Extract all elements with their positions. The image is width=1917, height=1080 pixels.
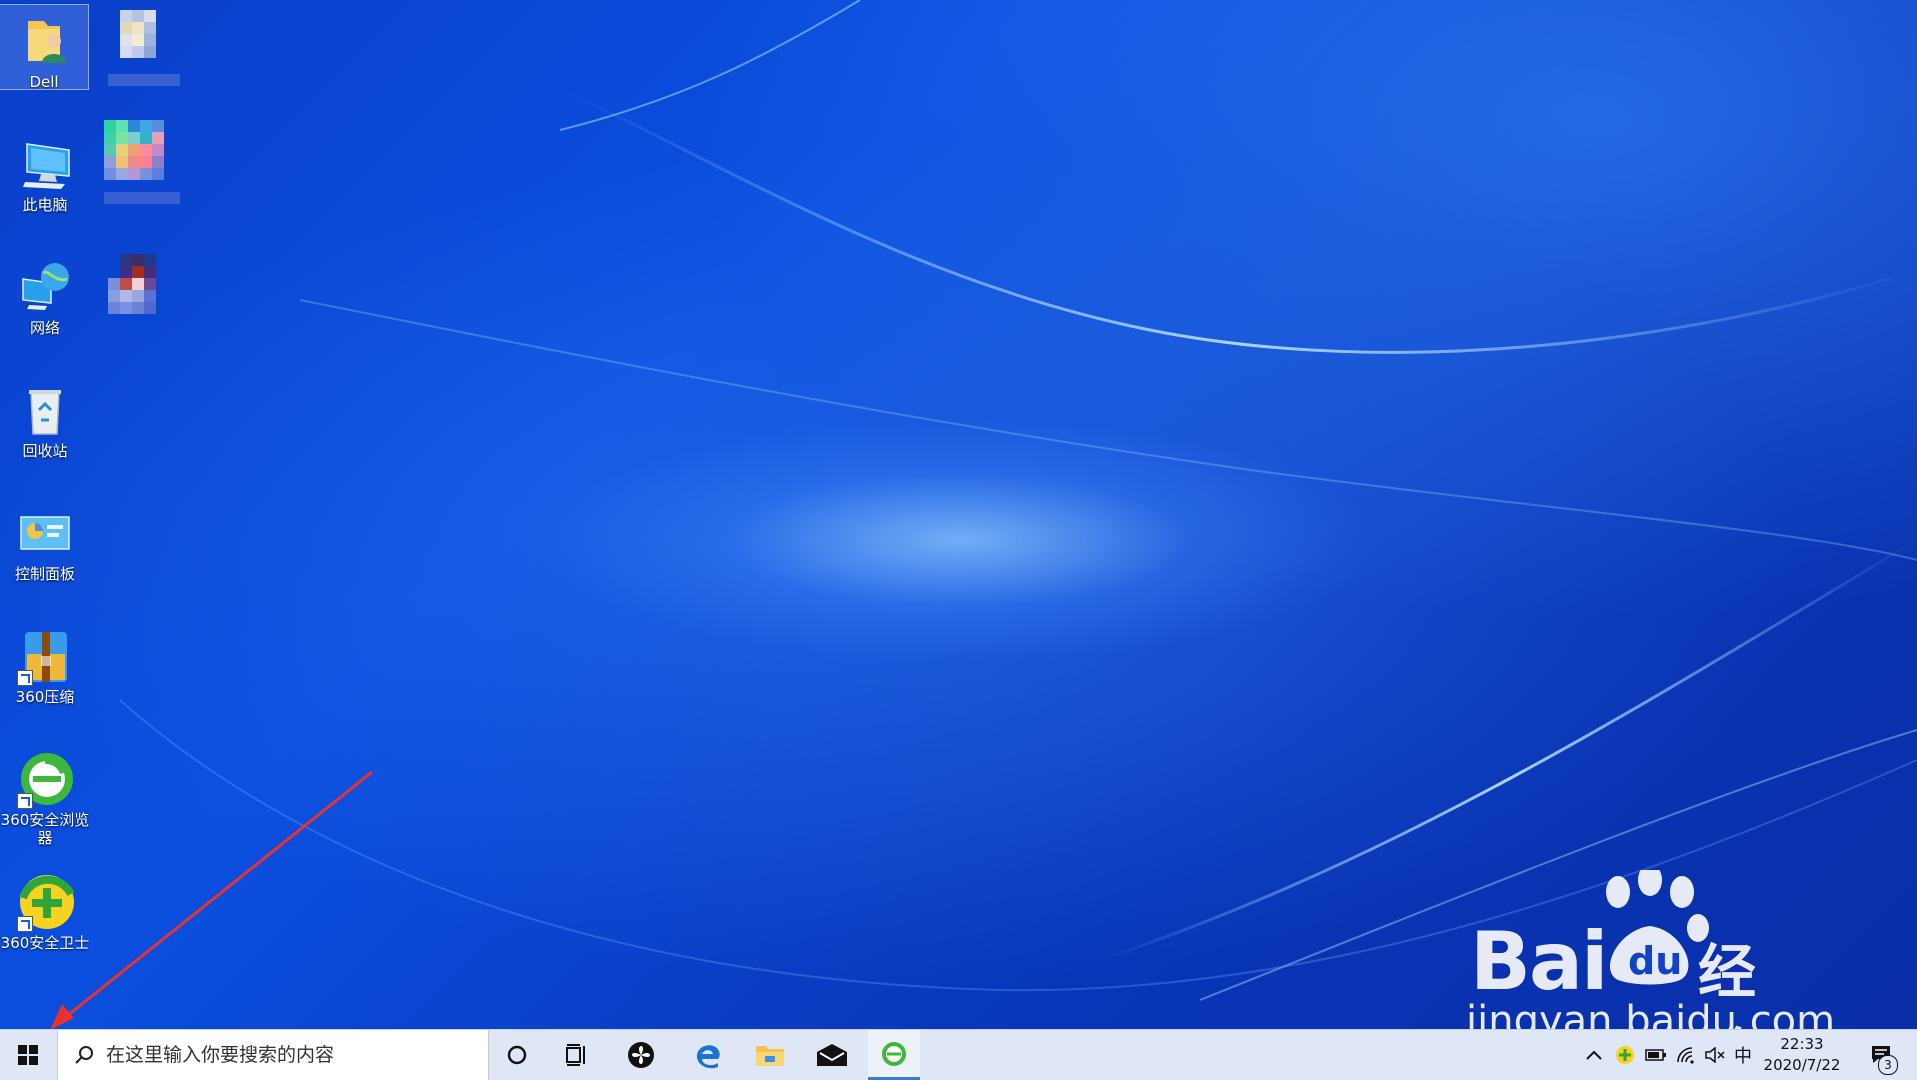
tray-network[interactable] bbox=[1672, 1030, 1700, 1080]
wifi-icon bbox=[1677, 1047, 1694, 1064]
taskbar-app-pinwheel[interactable] bbox=[612, 1030, 670, 1080]
action-center-button[interactable]: 3 bbox=[1862, 1030, 1902, 1080]
cortana-button[interactable] bbox=[492, 1030, 542, 1080]
taskbar-app-edge[interactable] bbox=[682, 1030, 734, 1080]
clock-date: 2020/7/22 bbox=[1763, 1056, 1841, 1074]
battery-icon bbox=[1645, 1049, 1666, 1061]
obscured-desktop-icon[interactable] bbox=[104, 120, 184, 210]
desktop-icon-label: 回收站 bbox=[22, 442, 68, 460]
recycle-bin-icon bbox=[15, 380, 75, 440]
clock-time: 22:33 bbox=[1780, 1035, 1824, 1053]
start-button[interactable] bbox=[0, 1030, 56, 1080]
svg-text:du: du bbox=[1628, 939, 1682, 983]
watermark-url: jingyan.baidu.com bbox=[1466, 998, 1836, 1029]
tray-overflow-button[interactable] bbox=[1582, 1030, 1606, 1080]
360-browser-icon bbox=[882, 1041, 906, 1066]
control-panel-icon bbox=[15, 503, 75, 563]
task-view-icon bbox=[566, 1044, 585, 1066]
user-folder-icon bbox=[14, 11, 74, 71]
desktop[interactable]: Dell 此电脑 网络 回收站 控制面板 360压缩 360安全浏览器 360安… bbox=[0, 0, 1917, 1029]
desktop-icon-dell[interactable]: Dell bbox=[0, 4, 89, 91]
pinwheel-app-icon bbox=[628, 1042, 654, 1068]
desktop-icon-this-pc[interactable]: 此电脑 bbox=[0, 128, 90, 214]
search-input[interactable] bbox=[104, 1043, 468, 1067]
taskbar-app-360-browser[interactable] bbox=[868, 1030, 920, 1080]
volume-muted-icon bbox=[1705, 1047, 1725, 1063]
desktop-icon-360-security[interactable]: 360安全卫士 bbox=[0, 866, 90, 952]
windows-logo-icon bbox=[18, 1045, 38, 1065]
network-globe-icon bbox=[15, 257, 75, 317]
taskbar-app-file-explorer[interactable] bbox=[744, 1030, 796, 1080]
tray-volume[interactable] bbox=[1702, 1030, 1728, 1080]
shortcut-arrow-icon bbox=[17, 793, 33, 809]
computer-icon bbox=[15, 134, 75, 194]
search-icon bbox=[75, 1046, 93, 1064]
obscured-desktop-icon[interactable] bbox=[108, 254, 180, 346]
shortcut-arrow-icon bbox=[17, 670, 33, 686]
folder-icon bbox=[756, 1046, 784, 1066]
tray-battery[interactable] bbox=[1642, 1030, 1670, 1080]
360-security-icon bbox=[1616, 1046, 1634, 1064]
obscured-desktop-icon[interactable] bbox=[108, 10, 180, 90]
desktop-icon-label: 360安全卫士 bbox=[0, 934, 90, 952]
archive-icon bbox=[15, 626, 75, 686]
taskbar: 中 22:33 2020/7/22 3 bbox=[0, 1029, 1917, 1080]
360-security-icon bbox=[15, 872, 75, 932]
taskbar-app-mail[interactable] bbox=[806, 1030, 858, 1080]
shortcut-arrow-icon bbox=[17, 916, 33, 932]
watermark-brand: Bai bbox=[1470, 915, 1608, 1008]
desktop-icon-label: 控制面板 bbox=[14, 565, 75, 583]
mail-envelope-icon bbox=[817, 1044, 847, 1066]
desktop-icon-360-browser[interactable]: 360安全浏览器 bbox=[0, 743, 90, 847]
cortana-circle-icon bbox=[507, 1045, 527, 1065]
desktop-icon-network[interactable]: 网络 bbox=[0, 251, 90, 337]
desktop-icon-label: 360安全浏览器 bbox=[0, 811, 90, 847]
edge-browser-icon bbox=[696, 1045, 720, 1069]
desktop-icon-label: 此电脑 bbox=[22, 196, 68, 214]
desktop-icon-label: Dell bbox=[29, 73, 59, 91]
notification-count-badge: 3 bbox=[1878, 1055, 1898, 1075]
desktop-icon-label: 网络 bbox=[29, 319, 60, 337]
desktop-icon-control-panel[interactable]: 控制面板 bbox=[0, 497, 90, 583]
tray-360-security[interactable] bbox=[1612, 1030, 1638, 1080]
tray-clock[interactable]: 22:33 2020/7/22 bbox=[1752, 1034, 1852, 1076]
chevron-up-icon bbox=[1586, 1050, 1602, 1060]
360-browser-icon bbox=[15, 749, 75, 809]
desktop-icon-360zip[interactable]: 360压缩 bbox=[0, 620, 90, 706]
desktop-icon-label: 360压缩 bbox=[15, 688, 75, 706]
desktop-icon-recycle-bin[interactable]: 回收站 bbox=[0, 374, 90, 460]
task-view-button[interactable] bbox=[552, 1030, 602, 1080]
taskbar-search-box[interactable] bbox=[57, 1030, 489, 1080]
